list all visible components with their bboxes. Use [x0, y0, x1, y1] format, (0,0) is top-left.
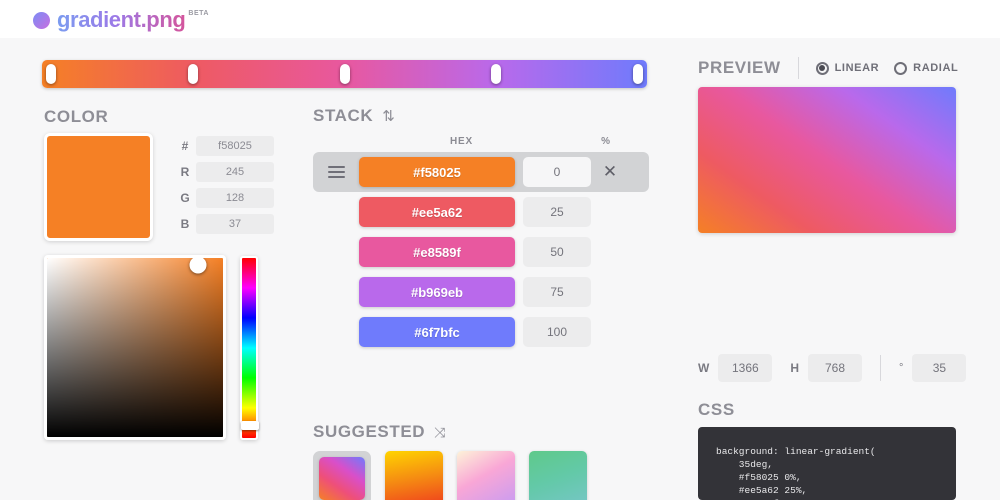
hex-field[interactable]: f58025 [196, 136, 274, 156]
preview-header: PREVIEW LINEAR RADIAL [698, 57, 958, 79]
blue-field-row: B37 [174, 214, 274, 234]
dimension-controls: W 1366 H 768 ° 35 [698, 354, 984, 382]
height-label: H [790, 361, 799, 375]
stack-section-title: STACK [313, 106, 373, 126]
stack-column-headers: HEX % [313, 136, 649, 147]
height-input[interactable]: 768 [808, 354, 862, 382]
suggested-swatch[interactable] [313, 451, 371, 500]
drag-handle-icon[interactable] [313, 152, 359, 192]
red-field[interactable]: 245 [196, 162, 274, 182]
suggested-section-title: SUGGESTED [313, 422, 425, 442]
gradient-preview[interactable] [698, 87, 956, 233]
radio-label: RADIAL [913, 62, 958, 74]
radio-button-icon[interactable] [894, 62, 907, 75]
gradient-stop-handle-3[interactable] [491, 64, 501, 84]
stack-hex-value[interactable]: #b969eb [359, 277, 515, 307]
gradient-stop-handle-0[interactable] [46, 64, 56, 84]
gradient-stop-handle-4[interactable] [633, 64, 643, 84]
shuffle-icon[interactable]: ⤨ [434, 425, 445, 439]
blue-field[interactable]: 37 [196, 214, 274, 234]
logo-circle-icon [33, 12, 50, 29]
radio-radial[interactable]: RADIAL [894, 62, 958, 75]
stack-percent-input[interactable]: 25 [523, 197, 591, 227]
stack-percent-input[interactable]: 100 [523, 317, 591, 347]
hue-slider-handle[interactable] [241, 421, 259, 430]
app-logo[interactable]: gradient.png BETA [33, 6, 209, 33]
red-field-row: R245 [174, 162, 274, 182]
stack-row[interactable]: #b969eb 75 [313, 272, 649, 312]
width-input[interactable]: 1366 [718, 354, 772, 382]
preview-divider [798, 57, 799, 79]
stack-percent-input[interactable]: 50 [523, 237, 591, 267]
suggested-section-header: SUGGESTED ⤨ [313, 422, 445, 442]
stack-hex-value[interactable]: #e8589f [359, 237, 515, 267]
gradient-editor-app: gradient.png BETA COLOR #f58025R245G128B… [0, 0, 1000, 500]
gradient-type-radios: LINEAR RADIAL [816, 62, 959, 75]
suggested-swatch[interactable] [529, 451, 587, 500]
stack-percent-input[interactable]: 0 [523, 157, 591, 187]
stack-percent-input[interactable]: 75 [523, 277, 591, 307]
color-section-title: COLOR [44, 107, 108, 127]
preview-section-title: PREVIEW [698, 58, 781, 78]
remove-stop-icon[interactable]: ✕ [591, 152, 629, 192]
saturation-value-picker[interactable] [44, 255, 226, 440]
stack-section-header: STACK ⇅ [313, 106, 395, 126]
css-code-text: background: linear-gradient( 35deg, #f58… [716, 445, 956, 500]
stack-row[interactable]: #f58025 0✕ [313, 152, 649, 192]
sv-black-layer [47, 258, 223, 437]
stack-hex-value[interactable]: #6f7bfc [359, 317, 515, 347]
angle-input[interactable]: 35 [912, 354, 966, 382]
dimension-divider [880, 355, 881, 381]
green-field-row: G128 [174, 188, 274, 208]
css-output-box[interactable]: background: linear-gradient( 35deg, #f58… [698, 427, 956, 500]
suggested-swatch[interactable] [457, 451, 515, 500]
suggested-swatch-preview [319, 457, 365, 500]
radio-label: LINEAR [835, 62, 880, 74]
hex-field-row: #f58025 [174, 136, 274, 156]
current-color-swatch[interactable] [44, 133, 153, 241]
column-header-percent: % [572, 136, 640, 147]
css-section-title: CSS [698, 400, 735, 420]
stack-rows-list: #f58025 0✕ #ee5a62 25 #e8589f 50 #b969eb 75 #6f7… [313, 152, 649, 352]
stack-row[interactable]: #e8589f 50 [313, 232, 649, 272]
gradient-bar[interactable] [42, 60, 647, 88]
stack-hex-value[interactable]: #ee5a62 [359, 197, 515, 227]
width-label: W [698, 361, 709, 375]
sort-icon[interactable]: ⇅ [382, 109, 395, 124]
radio-linear[interactable]: LINEAR [816, 62, 880, 75]
suggested-swatches [313, 451, 587, 500]
logo-title: gradient.png [57, 6, 185, 33]
color-value-fields: #f58025R245G128B37 [174, 136, 274, 240]
stack-row[interactable]: #6f7bfc 100 [313, 312, 649, 352]
app-header: gradient.png BETA [0, 0, 1000, 38]
hex-field-label: # [174, 139, 196, 153]
hue-slider[interactable] [240, 256, 258, 440]
gradient-stop-handle-1[interactable] [188, 64, 198, 84]
degree-label: ° [899, 362, 903, 374]
radio-button-icon[interactable] [816, 62, 829, 75]
suggested-swatch[interactable] [385, 451, 443, 500]
stack-hex-value[interactable]: #f58025 [359, 157, 515, 187]
blue-field-label: B [174, 217, 196, 231]
stack-row[interactable]: #ee5a62 25 [313, 192, 649, 232]
suggested-swatch-preview [457, 451, 515, 500]
beta-badge: BETA [188, 10, 209, 17]
suggested-swatch-preview [529, 451, 587, 500]
sv-picker-handle[interactable] [190, 257, 207, 274]
green-field[interactable]: 128 [196, 188, 274, 208]
column-header-hex: HEX [359, 136, 564, 147]
red-field-label: R [174, 165, 196, 179]
green-field-label: G [174, 191, 196, 205]
suggested-swatch-preview [385, 451, 443, 500]
gradient-stop-handle-2[interactable] [340, 64, 350, 84]
